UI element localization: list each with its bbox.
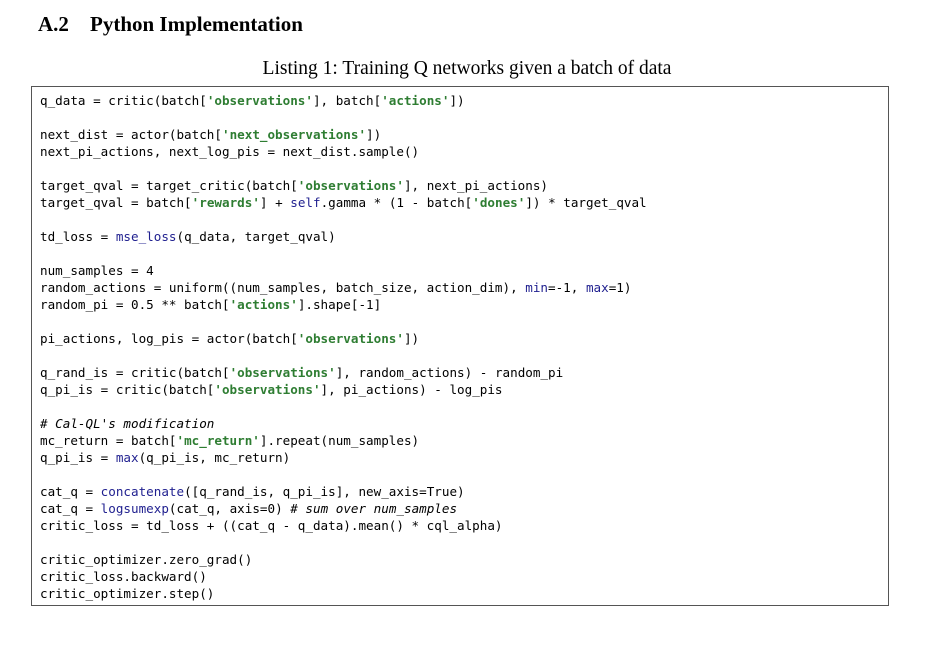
code-text: q_pi_is = [40,450,116,465]
code-text: ].shape[-1] [297,297,382,312]
code-string: 'next_observations' [221,127,367,142]
code-text: ]) * target_qval [525,195,647,210]
code-text: target_qval = batch[ [40,195,192,210]
code-line: next_pi_actions, next_log_pis = next_dis… [40,143,647,160]
code-line: critic_loss = td_loss + ((cat_q - q_data… [40,517,647,534]
code-line: target_qval = target_critic(batch['obser… [40,177,647,194]
code-string: 'observations' [206,93,313,108]
code-line: pi_actions, log_pis = actor(batch['obser… [40,330,647,347]
code-text: ], random_actions) - random_pi [335,365,564,380]
code-text: q_rand_is = critic(batch[ [40,365,230,380]
code-text: td_loss = [40,229,116,244]
code-text: random_actions = uniform((num_samples, b… [40,280,526,295]
code-string: 'observations' [214,382,321,397]
code-line: q_rand_is = critic(batch['observations']… [40,364,647,381]
code-text: mc_return = batch[ [40,433,177,448]
code-line: critic_optimizer.zero_grad() [40,551,647,568]
code-line: target_qval = batch['rewards'] + self.ga… [40,194,647,211]
code-line: mc_return = batch['mc_return'].repeat(nu… [40,432,647,449]
code-line: q_pi_is = max(q_pi_is, mc_return) [40,449,647,466]
code-text: target_qval = target_critic(batch[ [40,178,298,193]
code-text: pi_actions, log_pis = actor(batch[ [40,331,298,346]
section-title: Python Implementation [90,12,303,36]
code-function: mse_loss [115,229,177,244]
code-text: ], batch[ [312,93,382,108]
code-text: ] + [259,195,291,210]
code-text: num_samples = 4 [40,263,154,278]
code-text: ], next_pi_actions) [403,178,549,193]
code-string: 'mc_return' [176,433,260,448]
section-heading: A.2 Python Implementation [38,12,303,37]
code-function: logsumexp [100,501,169,516]
code-text: .gamma * (1 - batch[ [320,195,473,210]
code-text: ([q_rand_is, q_pi_is], new_axis=True) [184,484,465,499]
code-text: critic_loss.backward() [40,569,207,584]
code-text: cat_q = [40,501,101,516]
code-line: q_data = critic(batch['observations'], b… [40,92,647,109]
code-comment: # Cal-QL's modification [40,416,215,431]
code-comment: # sum over num_samples [290,501,458,516]
code-text: q_data = critic(batch[ [40,93,207,108]
code-string: 'observations' [297,331,404,346]
code-text: (cat_q, axis=0) [168,501,291,516]
code-line: q_pi_is = critic(batch['observations'], … [40,381,647,398]
listing-caption: Listing 1: Training Q networks given a b… [262,58,672,79]
code-text: (q_data, target_qval) [176,229,336,244]
code-string: 'dones' [472,195,526,210]
code-string: 'actions' [381,93,450,108]
code-string: 'observations' [297,178,404,193]
code-line: # Cal-QL's modification [40,415,647,432]
code-line: cat_q = concatenate([q_rand_is, q_pi_is]… [40,483,647,500]
code-string: 'observations' [229,365,336,380]
code-line: random_actions = uniform((num_samples, b… [40,279,647,296]
code-text: random_pi = 0.5 ** batch[ [40,297,230,312]
code-string: 'actions' [229,297,298,312]
code-line: critic_loss.backward() [40,568,647,585]
code-text: =-1, [548,280,586,295]
code-block: q_data = critic(batch['observations'], b… [40,92,647,602]
code-line: next_dist = actor(batch['next_observatio… [40,126,647,143]
code-text: (q_pi_is, mc_return) [138,450,291,465]
code-text: critic_optimizer.step() [40,586,215,601]
code-line: num_samples = 4 [40,262,647,279]
code-text: next_dist = actor(batch[ [40,127,222,142]
code-function: concatenate [100,484,185,499]
code-keyword: min [525,280,549,295]
code-line: critic_optimizer.step() [40,585,647,602]
code-text: ].repeat(num_samples) [259,433,420,448]
code-text: ]) [449,93,465,108]
code-text: next_pi_actions, next_log_pis = next_dis… [40,144,420,159]
code-text: ]) [403,331,420,346]
section-number: A.2 [38,12,69,36]
code-text: critic_loss = td_loss + ((cat_q - q_data… [40,518,503,533]
code-line: td_loss = mse_loss(q_data, target_qval) [40,228,647,245]
code-keyword: self [290,195,321,210]
code-text: ]) [366,127,382,142]
code-string: 'rewards' [191,195,260,210]
code-listing-box: q_data = critic(batch['observations'], b… [31,86,889,606]
code-text: critic_optimizer.zero_grad() [40,552,253,567]
code-keyword: max [585,280,609,295]
code-line: random_pi = 0.5 ** batch['actions'].shap… [40,296,647,313]
code-line: cat_q = logsumexp(cat_q, axis=0) # sum o… [40,500,647,517]
code-text: ], pi_actions) - log_pis [320,382,503,397]
code-text: q_pi_is = critic(batch[ [40,382,215,397]
code-function: max [115,450,139,465]
code-text: cat_q = [40,484,101,499]
code-text: =1) [608,280,632,295]
